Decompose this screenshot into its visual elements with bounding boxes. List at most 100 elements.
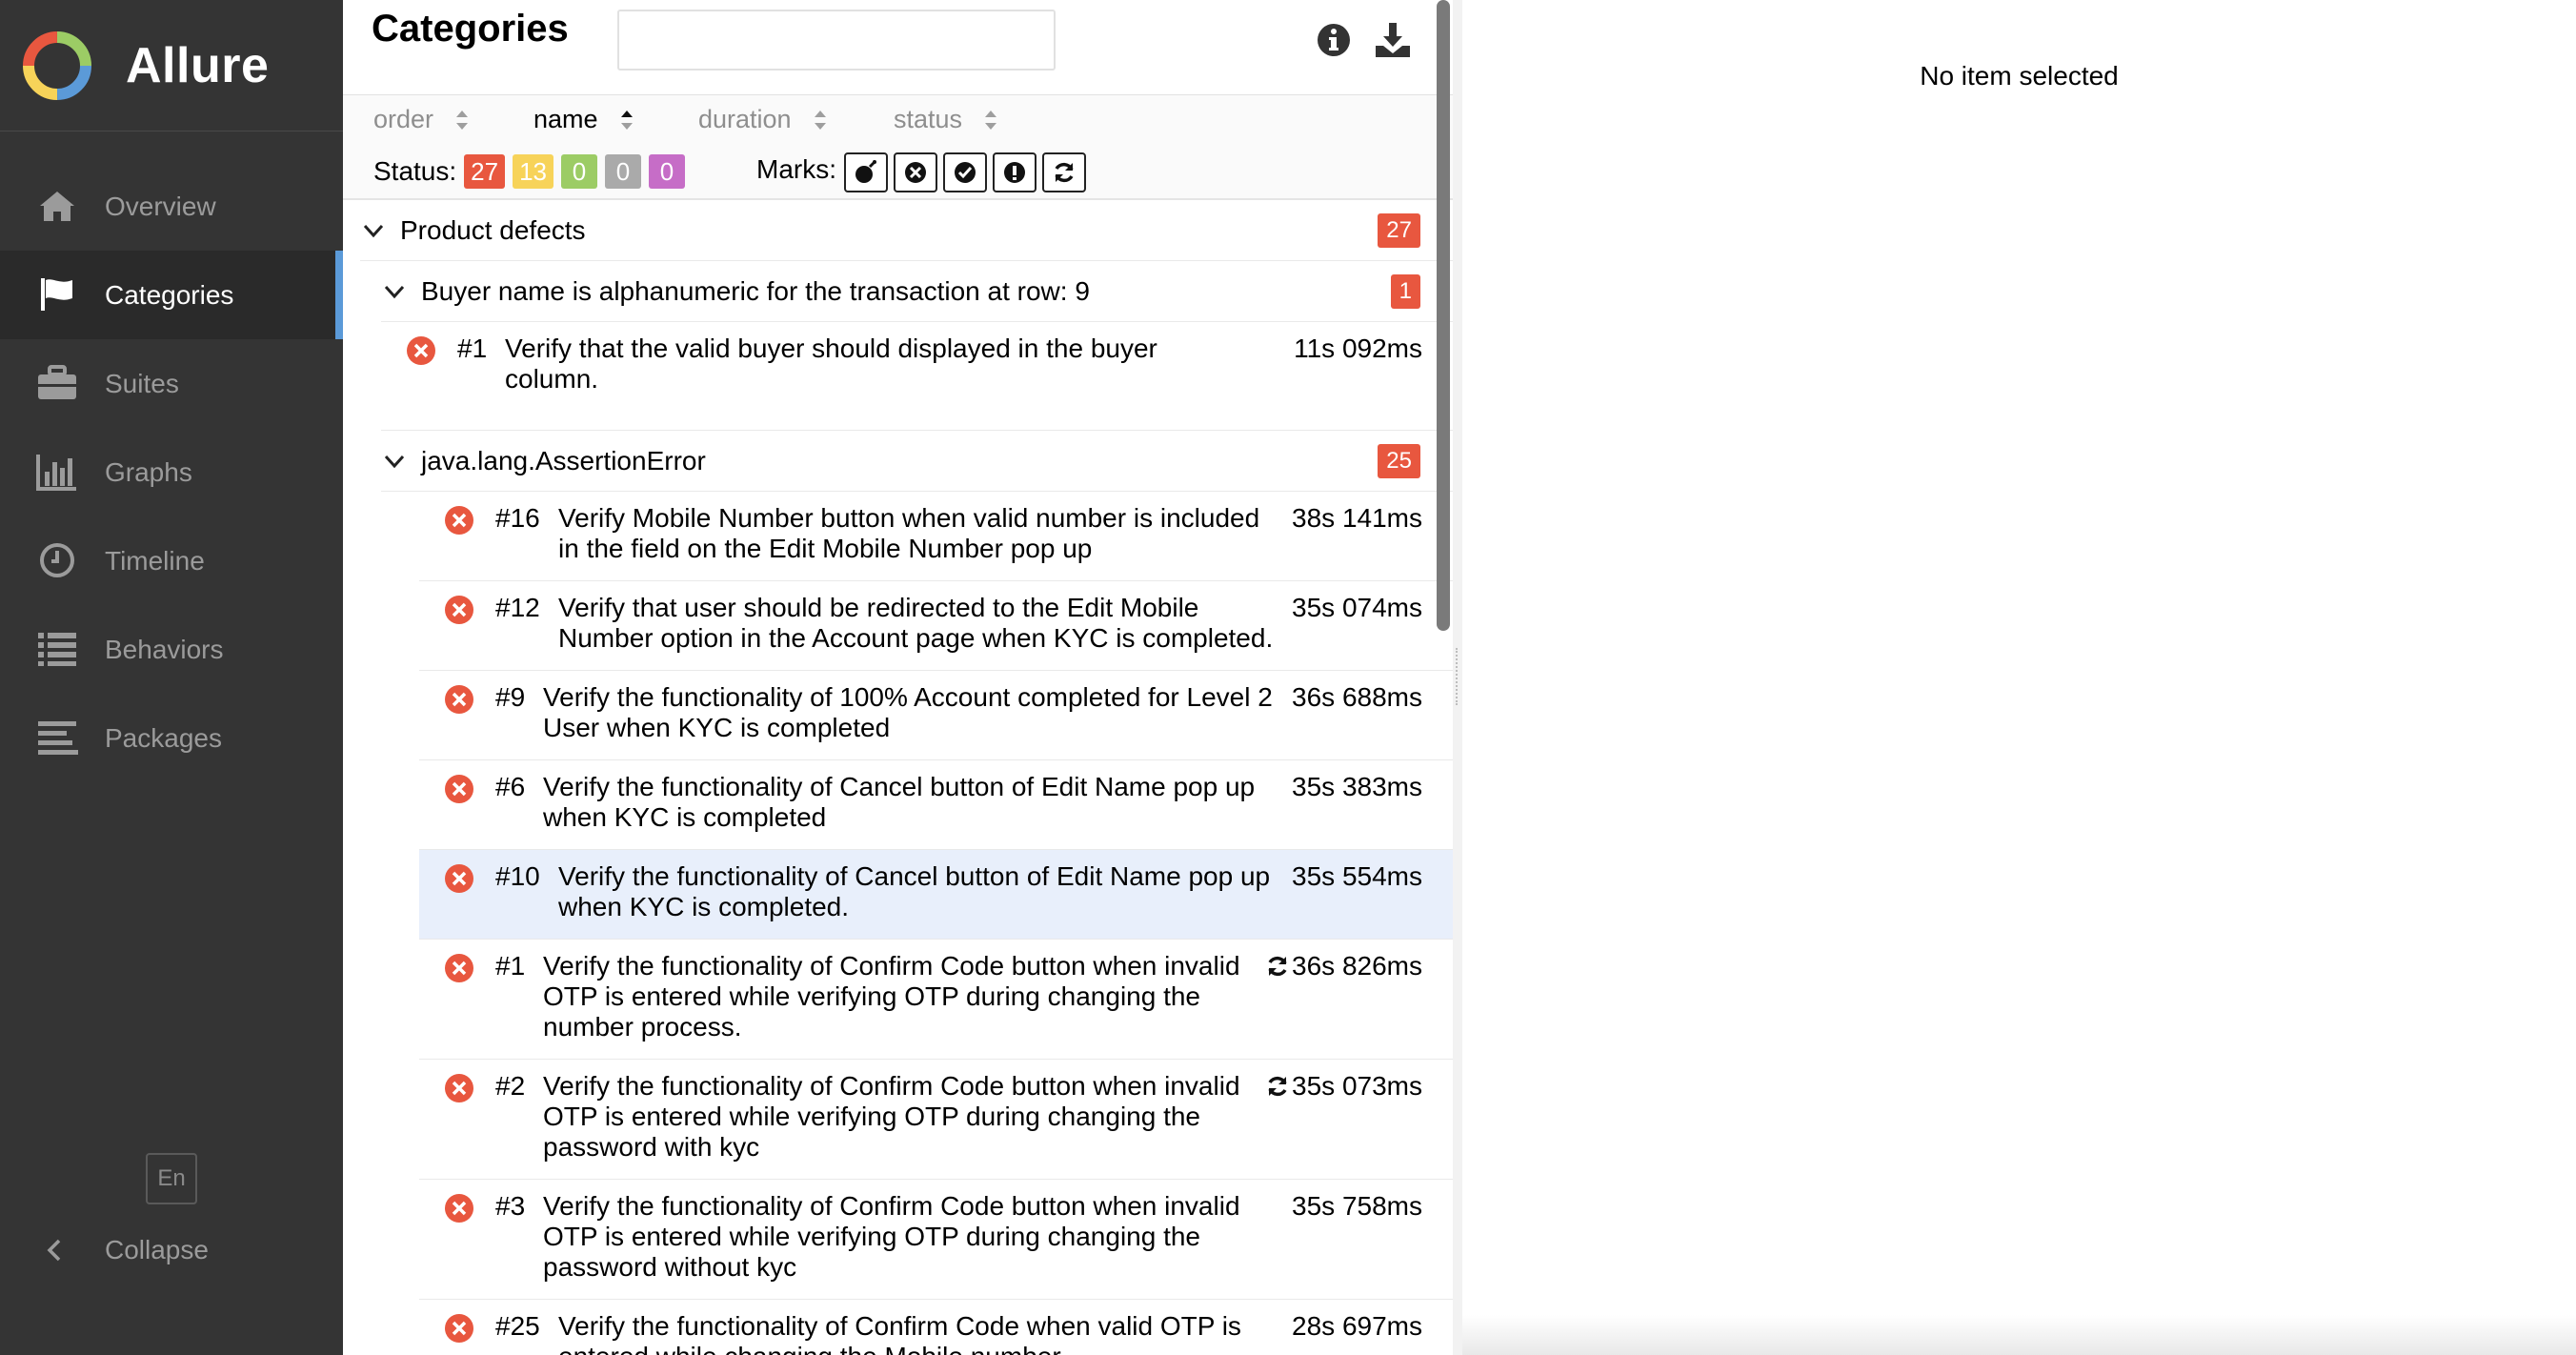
test-row[interactable]: #1 Verify the functionality of Confirm C…: [419, 940, 1453, 1060]
failed-status-icon: [445, 1314, 473, 1343]
sidebar-item-packages[interactable]: Packages: [0, 694, 343, 782]
empty-state-text: No item selected: [1920, 61, 2119, 91]
sidebar-item-label: Suites: [105, 368, 179, 398]
sidebar-item-suites[interactable]: Suites: [0, 339, 343, 428]
categories-pane: Categories order name duration status St…: [343, 0, 1453, 1355]
sort-label: order: [373, 105, 434, 133]
sidebar: Allure Overview Categories Suites Graphs: [0, 0, 343, 1355]
flag-icon: [34, 272, 80, 317]
retries-icon: [1268, 956, 1287, 977]
sort-icon: [985, 110, 997, 130]
collapse-button[interactable]: Collapse: [0, 1208, 343, 1294]
group-assertion-error[interactable]: java.lang.AssertionError 25: [381, 431, 1453, 492]
sidebar-item-categories[interactable]: Categories: [0, 251, 343, 339]
briefcase-icon: [34, 360, 80, 406]
sort-order[interactable]: order: [373, 105, 470, 134]
app-name: Allure: [126, 37, 270, 93]
sort-duration[interactable]: duration: [698, 105, 828, 134]
page-title: Categories: [372, 8, 569, 50]
test-title: Verify that the valid buyer should displ…: [505, 334, 1157, 394]
search-input[interactable]: [617, 10, 1056, 71]
group-buyer-name[interactable]: Buyer name is alphanumeric for the trans…: [381, 261, 1453, 322]
test-title: Verify the functionality of Confirm Code…: [558, 1311, 1241, 1355]
test-row[interactable]: #6 Verify the functionality of Cancel bu…: [419, 760, 1453, 850]
mark-retries-toggle[interactable]: [1042, 152, 1086, 192]
brand[interactable]: Allure: [0, 0, 343, 131]
test-number: #1: [495, 951, 526, 981]
test-row[interactable]: #25 Verify the functionality of Confirm …: [419, 1300, 1453, 1355]
test-row-selected[interactable]: #10 Verify the functionality of Cancel b…: [419, 850, 1453, 940]
mark-new-broken-toggle[interactable]: [993, 152, 1036, 192]
test-row[interactable]: #9 Verify the functionality of 100% Acco…: [419, 671, 1453, 760]
splitter-grip-icon[interactable]: [1456, 648, 1459, 705]
chevron-down-icon: [363, 224, 384, 237]
test-row[interactable]: #2 Verify the functionality of Confirm C…: [419, 1060, 1453, 1180]
mark-flaky-toggle[interactable]: [844, 152, 888, 192]
download-icon[interactable]: [1372, 19, 1414, 61]
mark-new-passed-toggle[interactable]: [943, 152, 987, 192]
sort-label: duration: [698, 105, 792, 133]
bar-chart-icon: [34, 449, 80, 495]
sort-name[interactable]: name: [533, 105, 634, 134]
retries-icon: [1268, 1076, 1287, 1097]
status-broken-toggle[interactable]: 13: [513, 154, 554, 189]
chevron-down-icon: [384, 285, 405, 298]
test-title: Verify the functionality of Confirm Code…: [543, 1191, 1240, 1282]
mark-new-failed-toggle[interactable]: [894, 152, 937, 192]
language-button[interactable]: En: [146, 1153, 197, 1204]
status-filter: Status: 27 13 0 0 0: [373, 154, 686, 189]
status-skipped-toggle[interactable]: 0: [605, 154, 642, 189]
pane-header: Categories: [343, 0, 1453, 95]
sidebar-item-label: Packages: [105, 722, 222, 753]
test-duration: 38s 141ms: [1292, 503, 1422, 533]
category-label: Product defects: [400, 214, 586, 245]
test-number: #10: [495, 861, 540, 891]
test-duration: 36s 688ms: [1292, 682, 1422, 712]
test-title: Verify the functionality of 100% Account…: [543, 682, 1273, 742]
sidebar-item-label: Overview: [105, 191, 216, 221]
info-icon[interactable]: [1313, 19, 1355, 61]
test-duration: 35s 074ms: [1292, 593, 1422, 622]
test-number: #3: [495, 1191, 526, 1221]
bomb-icon: [855, 160, 876, 183]
test-row[interactable]: #1 Verify that the valid buyer should di…: [381, 322, 1453, 431]
failed-status-icon: [445, 685, 473, 714]
chevron-left-icon: [47, 1239, 61, 1262]
sidebar-item-graphs[interactable]: Graphs: [0, 428, 343, 516]
failed-status-icon: [445, 954, 473, 982]
status-passed-toggle[interactable]: 0: [561, 154, 598, 189]
sidebar-item-label: Timeline: [105, 545, 205, 576]
sidebar-item-behaviors[interactable]: Behaviors: [0, 605, 343, 694]
status-label: Status:: [373, 156, 457, 186]
sort-status[interactable]: status: [894, 105, 998, 134]
category-product-defects[interactable]: Product defects 27: [360, 200, 1453, 261]
group-label: Buyer name is alphanumeric for the trans…: [421, 275, 1090, 306]
status-unknown-toggle[interactable]: 0: [649, 154, 686, 189]
test-number: #1: [457, 334, 488, 363]
test-number: #12: [495, 593, 540, 622]
sort-asc-icon: [620, 110, 633, 130]
test-row[interactable]: #16 Verify Mobile Number button when val…: [419, 492, 1453, 581]
sidebar-item-overview[interactable]: Overview: [0, 162, 343, 251]
test-duration: 35s 758ms: [1292, 1191, 1422, 1221]
test-duration: 35s 383ms: [1292, 772, 1422, 801]
status-failed-toggle[interactable]: 27: [464, 154, 506, 189]
sort-label: status: [894, 105, 963, 133]
test-title: Verify the functionality of Cancel butto…: [543, 772, 1256, 832]
tree-scrollbar[interactable]: [1437, 0, 1450, 631]
test-title: Verify the functionality of Confirm Code…: [543, 1071, 1240, 1162]
sidebar-item-label: Categories: [105, 279, 234, 310]
failed-status-icon: [445, 775, 473, 803]
test-title: Verify the functionality of Confirm Code…: [543, 951, 1240, 1042]
failed-status-icon: [445, 1074, 473, 1102]
refresh-icon: [1055, 162, 1074, 183]
sidebar-item-timeline[interactable]: Timeline: [0, 516, 343, 605]
test-row[interactable]: #12 Verify that user should be redirecte…: [419, 581, 1453, 671]
sidebar-nav: Overview Categories Suites Graphs Timeli…: [0, 162, 343, 782]
sidebar-item-label: Graphs: [105, 456, 192, 487]
test-title: Verify the functionality of Cancel butto…: [558, 861, 1271, 921]
test-row[interactable]: #3 Verify the functionality of Confirm C…: [419, 1180, 1453, 1300]
bottom-shadow: [1462, 1315, 2576, 1355]
test-duration: 35s 073ms: [1292, 1071, 1422, 1101]
group-count-badge: 1: [1390, 273, 1420, 309]
